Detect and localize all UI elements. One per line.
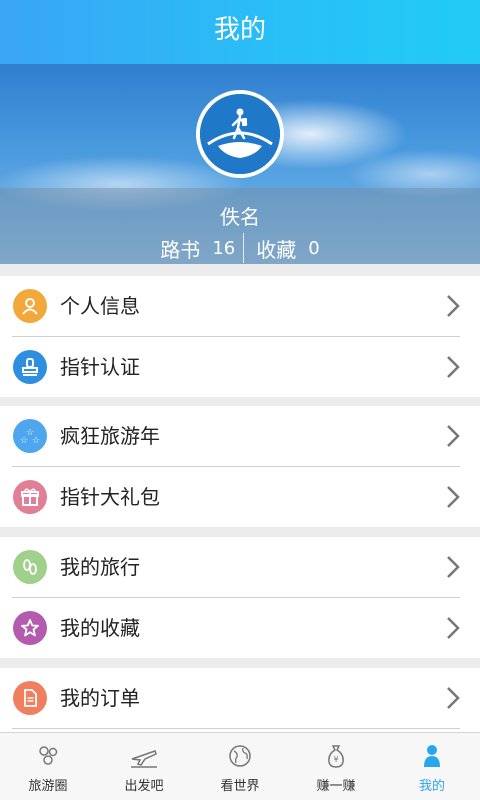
hiker-logo-icon bbox=[200, 94, 280, 174]
stat-routes[interactable]: 路书 16 bbox=[160, 234, 235, 263]
divider bbox=[12, 728, 460, 729]
stat-routes-value: 16 bbox=[212, 237, 236, 259]
money-bag-icon: ¥ bbox=[328, 745, 344, 768]
menu-item-label: 我的收藏 bbox=[60, 616, 140, 640]
menu-item-label: 指针大礼包 bbox=[60, 485, 160, 509]
footprints-icon bbox=[13, 550, 47, 584]
bottom-tab-bar: 旅游圈 出发吧 看世界 ¥ 赚一赚 我的 bbox=[0, 732, 480, 800]
tab-travel-circle[interactable]: 旅游圈 bbox=[0, 733, 96, 800]
tab-label: 旅游圈 bbox=[28, 779, 68, 794]
tab-label: 赚一赚 bbox=[316, 779, 356, 794]
chevron-right-icon bbox=[447, 295, 460, 317]
chevron-right-icon bbox=[447, 425, 460, 447]
menu-group-promotions: ☆ ☆ ☆ 疯狂旅游年 指针大礼包 bbox=[0, 406, 480, 527]
stars-icon: ☆ ☆ ☆ bbox=[13, 419, 47, 453]
document-icon bbox=[13, 681, 47, 715]
svg-text:☆: ☆ bbox=[20, 436, 28, 446]
stamp-icon bbox=[13, 350, 47, 384]
menu-item-gift-pack[interactable]: 指针大礼包 bbox=[0, 467, 480, 527]
avatar[interactable] bbox=[196, 90, 284, 178]
user-icon bbox=[424, 745, 440, 767]
menu-group-orders: 我的订单 bbox=[0, 668, 480, 732]
plane-icon bbox=[131, 750, 157, 768]
tab-earn[interactable]: ¥ 赚一赚 bbox=[288, 733, 384, 800]
page-title: 我的 bbox=[213, 15, 266, 45]
tab-depart[interactable]: 出发吧 bbox=[96, 733, 192, 800]
menu-item-verification[interactable]: 指针认证 bbox=[0, 337, 480, 397]
tab-label: 出发吧 bbox=[124, 779, 164, 794]
chevron-right-icon bbox=[447, 617, 460, 639]
chevron-right-icon bbox=[447, 687, 460, 709]
menu-item-my-favorites[interactable]: 我的收藏 bbox=[0, 598, 480, 658]
profile-header: 佚名 路书 16 收藏 0 bbox=[0, 64, 480, 264]
username: 佚名 bbox=[220, 205, 260, 229]
svg-text:¥: ¥ bbox=[333, 755, 338, 764]
menu-item-label: 我的订单 bbox=[60, 686, 140, 710]
menu-item-label: 我的旅行 bbox=[60, 555, 140, 579]
stat-favorites-label: 收藏 bbox=[256, 237, 297, 262]
stat-routes-label: 路书 bbox=[160, 237, 201, 262]
menu-item-label: 个人信息 bbox=[60, 294, 140, 318]
menu-item-label: 指针认证 bbox=[60, 355, 140, 379]
menu-item-my-trips[interactable]: 我的旅行 bbox=[0, 537, 480, 597]
gift-icon bbox=[13, 480, 47, 514]
tab-label: 我的 bbox=[418, 779, 445, 794]
person-icon bbox=[13, 289, 47, 323]
chevron-right-icon bbox=[447, 356, 460, 378]
menu-item-my-orders[interactable]: 我的订单 bbox=[0, 668, 480, 728]
menu-item-personal-info[interactable]: 个人信息 bbox=[0, 276, 480, 336]
menu-group-personal: 我的旅行 我的收藏 bbox=[0, 537, 480, 658]
globe-icon bbox=[229, 745, 251, 767]
profile-stats: 路书 16 收藏 0 bbox=[0, 232, 480, 264]
people-icon bbox=[39, 746, 58, 765]
chevron-right-icon bbox=[447, 556, 460, 578]
stat-favorites-value: 0 bbox=[308, 237, 320, 259]
star-icon bbox=[13, 611, 47, 645]
menu-group-account: 个人信息 指针认证 bbox=[0, 276, 480, 397]
stat-favorites[interactable]: 收藏 0 bbox=[256, 234, 319, 263]
svg-text:☆: ☆ bbox=[32, 436, 40, 446]
menu-item-label: 疯狂旅游年 bbox=[60, 424, 160, 448]
menu-item-crazy-travel-year[interactable]: ☆ ☆ ☆ 疯狂旅游年 bbox=[0, 406, 480, 466]
tab-see-world[interactable]: 看世界 bbox=[192, 733, 288, 800]
tab-mine[interactable]: 我的 bbox=[384, 733, 480, 800]
stat-divider bbox=[243, 233, 245, 263]
title-bar: 我的 bbox=[0, 0, 480, 64]
chevron-right-icon bbox=[447, 486, 460, 508]
tab-label: 看世界 bbox=[220, 779, 260, 794]
